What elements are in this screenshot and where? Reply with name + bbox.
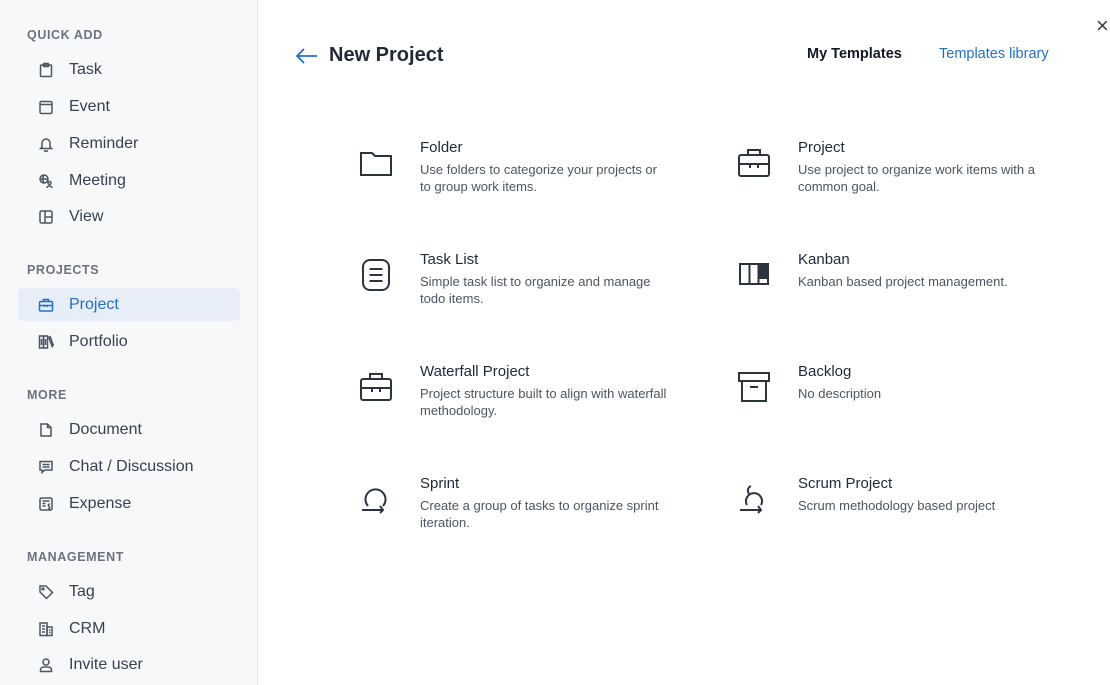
sidebar-item-document[interactable]: Document xyxy=(18,413,240,446)
clipboard-icon xyxy=(38,62,54,78)
template-title: Folder xyxy=(420,139,463,156)
sidebar-item-portfolio[interactable]: Portfolio xyxy=(18,325,240,358)
template-description: No description xyxy=(798,386,882,401)
template-description: Scrum methodology based project xyxy=(798,498,996,513)
layout-icon xyxy=(38,209,54,225)
sidebar-item-crm[interactable]: CRM xyxy=(18,612,240,645)
back-button[interactable]: New Project xyxy=(295,44,443,67)
tag-icon xyxy=(38,584,54,600)
template-title: Kanban xyxy=(798,251,850,268)
tab-my-templates[interactable]: My Templates xyxy=(807,46,902,62)
sidebar-item-event[interactable]: Event xyxy=(18,90,240,123)
template-card-scrum[interactable]: Scrum Project Scrum methodology based pr… xyxy=(736,475,1066,561)
calendar-icon xyxy=(38,99,54,115)
chat-icon xyxy=(38,459,54,475)
template-card-backlog[interactable]: Backlog No description xyxy=(736,363,1066,449)
page-title: New Project xyxy=(329,44,444,66)
template-title: Backlog xyxy=(798,363,852,380)
section-title-quick-add: QUICK ADD xyxy=(27,28,103,42)
sidebar-item-meeting[interactable]: Meeting xyxy=(18,164,240,197)
document-icon xyxy=(38,422,54,438)
sidebar-item-label: CRM xyxy=(69,619,106,637)
archive-icon xyxy=(736,369,772,405)
scrum-icon xyxy=(736,481,772,517)
books-icon xyxy=(38,334,54,350)
template-description: Kanban based project management. xyxy=(798,274,1008,289)
task-list-icon xyxy=(358,257,394,293)
bell-icon xyxy=(38,136,54,152)
template-description: Simple task list to organize and manage … xyxy=(420,274,651,306)
sidebar-item-label: Event xyxy=(69,97,110,115)
user-icon xyxy=(38,657,54,673)
sprint-icon xyxy=(358,481,394,517)
receipt-icon xyxy=(38,496,54,512)
section-title-management: MANAGEMENT xyxy=(27,550,124,564)
sidebar-item-task[interactable]: Task xyxy=(18,53,240,86)
template-card-sprint[interactable]: Sprint Create a group of tasks to organi… xyxy=(358,475,688,561)
sidebar-item-label: View xyxy=(69,207,104,225)
template-card-kanban[interactable]: Kanban Kanban based project management. xyxy=(736,251,1066,337)
sidebar-item-label: Task xyxy=(69,60,102,78)
sidebar-item-label: Expense xyxy=(69,494,132,512)
sidebar: QUICK ADD Task Event Reminder Meeting Vi… xyxy=(0,0,258,685)
sidebar-item-tag[interactable]: Tag xyxy=(18,575,240,608)
sidebar-item-label: Tag xyxy=(69,582,95,600)
main-panel: New Project My Templates Templates libra… xyxy=(259,0,1110,685)
sidebar-item-expense[interactable]: Expense xyxy=(18,487,240,520)
briefcase-icon xyxy=(358,369,394,405)
template-card-project[interactable]: Project Use project to organize work ite… xyxy=(736,139,1066,225)
template-description: Create a group of tasks to organize spri… xyxy=(420,498,659,530)
sidebar-item-label: Document xyxy=(69,420,142,438)
template-card-task-list[interactable]: Task List Simple task list to organize a… xyxy=(358,251,688,337)
section-title-projects: PROJECTS xyxy=(27,263,100,277)
sidebar-item-label: Portfolio xyxy=(69,332,128,350)
sidebar-item-label: Invite user xyxy=(69,655,143,673)
meeting-icon xyxy=(38,173,54,189)
sidebar-item-label: Chat / Discussion xyxy=(69,457,194,475)
sidebar-item-project[interactable]: Project xyxy=(18,288,240,321)
briefcase-icon xyxy=(736,145,772,181)
kanban-icon xyxy=(736,257,772,293)
sidebar-item-reminder[interactable]: Reminder xyxy=(18,127,240,160)
arrow-left-icon xyxy=(295,47,317,64)
building-icon xyxy=(38,621,54,637)
sidebar-item-view[interactable]: View xyxy=(18,200,240,233)
template-title: Waterfall Project xyxy=(420,363,530,380)
folder-icon xyxy=(358,145,394,181)
template-description: Use project to organize work items with … xyxy=(798,162,1035,194)
template-card-waterfall[interactable]: Waterfall Project Project structure buil… xyxy=(358,363,688,449)
sidebar-item-label: Project xyxy=(69,295,119,313)
template-description: Project structure built to align with wa… xyxy=(420,386,667,418)
sidebar-item-invite-user[interactable]: Invite user xyxy=(18,648,240,681)
close-icon[interactable]: × xyxy=(1096,15,1109,37)
template-title: Task List xyxy=(420,251,479,268)
section-title-more: MORE xyxy=(27,388,67,402)
template-description: Use folders to categorize your projects … xyxy=(420,162,657,194)
briefcase-icon xyxy=(38,297,54,313)
template-card-folder[interactable]: Folder Use folders to categorize your pr… xyxy=(358,139,688,225)
sidebar-item-label: Reminder xyxy=(69,134,139,152)
sidebar-item-chat[interactable]: Chat / Discussion xyxy=(18,450,240,483)
template-title: Scrum Project xyxy=(798,475,893,492)
template-title: Project xyxy=(798,139,845,156)
sidebar-item-label: Meeting xyxy=(69,171,126,189)
template-title: Sprint xyxy=(420,475,460,492)
tab-templates-library[interactable]: Templates library xyxy=(939,46,1049,62)
